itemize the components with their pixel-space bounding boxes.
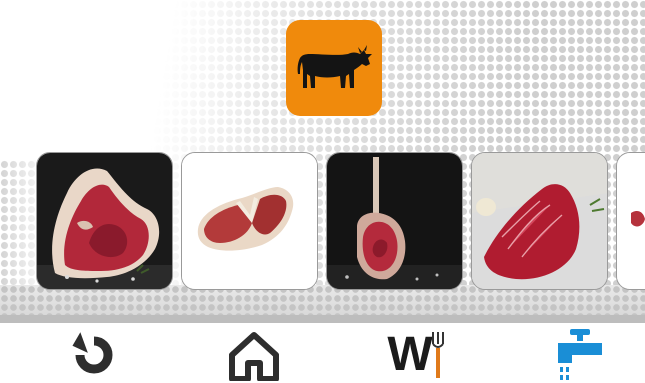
- back-arrow-icon: [72, 332, 113, 374]
- home-icon: [229, 332, 279, 381]
- home-button[interactable]: [222, 329, 286, 381]
- tomahawk-image: [327, 153, 462, 289]
- nav-divider: [0, 315, 645, 323]
- flank-image: [472, 153, 607, 289]
- fork-icon: [431, 332, 444, 378]
- wifi-logo-text: W: [387, 328, 432, 381]
- carousel-item-partial[interactable]: [616, 152, 645, 290]
- meat-cut-carousel[interactable]: [36, 152, 645, 292]
- content-area: [0, 0, 645, 315]
- bottom-navigation: W: [0, 323, 645, 381]
- partial-cut-image: [617, 153, 645, 289]
- carousel-item-prime-rib[interactable]: [36, 152, 173, 290]
- cow-icon: [297, 45, 372, 88]
- carousel-item-tomahawk[interactable]: [326, 152, 463, 290]
- back-button[interactable]: [62, 329, 126, 381]
- prime-rib-image: [37, 153, 172, 289]
- water-button[interactable]: [548, 329, 612, 381]
- wifi-logo-button[interactable]: W: [386, 329, 446, 381]
- category-beef-tile[interactable]: [286, 20, 382, 116]
- carousel-item-t-bone[interactable]: [181, 152, 318, 290]
- carousel-item-flank[interactable]: [471, 152, 608, 290]
- t-bone-image: [182, 153, 317, 289]
- water-tap-icon: [558, 329, 602, 380]
